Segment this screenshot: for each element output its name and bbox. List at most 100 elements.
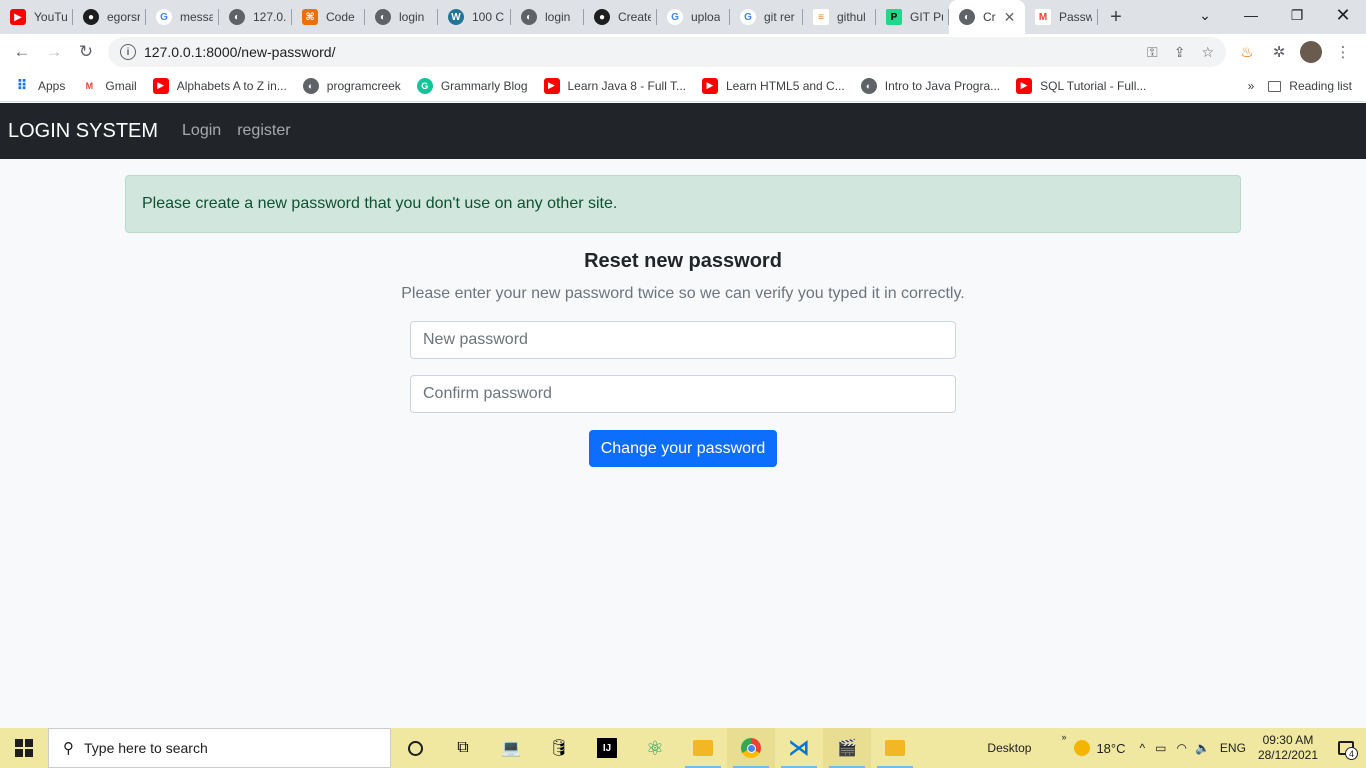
- tab-search-icon[interactable]: ⌄: [1182, 0, 1228, 30]
- browser-tab[interactable]: Guploa: [657, 0, 730, 34]
- browser-tab[interactable]: M Passw: [1025, 0, 1098, 34]
- menu-kebab-icon[interactable]: ⋮: [1328, 37, 1358, 67]
- new-tab-button[interactable]: +: [1098, 0, 1134, 34]
- close-window-button[interactable]: ✕: [1320, 0, 1366, 30]
- browser-tab[interactable]: Ggit rer: [730, 0, 803, 34]
- google-icon: G: [667, 9, 683, 25]
- clock[interactable]: 09:30 AM 28/12/2021: [1258, 733, 1318, 763]
- site-navbar: LOGIN SYSTEM Login register: [0, 103, 1366, 159]
- clapper-app-icon[interactable]: 🎬: [823, 728, 871, 768]
- bookmark-star-icon[interactable]: ☆: [1201, 44, 1214, 61]
- reload-icon[interactable]: ↻: [70, 36, 102, 68]
- wifi-icon[interactable]: ◠: [1176, 741, 1186, 755]
- site-info-icon[interactable]: i: [120, 44, 136, 60]
- google-icon: G: [156, 9, 172, 25]
- bookmark-item[interactable]: ▶ SQL Tutorial - Full...: [1016, 77, 1146, 94]
- bookmark-item[interactable]: G Grammarly Blog: [416, 77, 528, 94]
- bookmark-item[interactable]: ▶ Learn Java 8 - Full T...: [543, 77, 687, 94]
- stackoverflow-icon: ≡: [813, 9, 829, 25]
- weather-sun-icon[interactable]: [1074, 740, 1091, 756]
- task-view-icon[interactable]: ⧉: [439, 728, 487, 768]
- browser-tab[interactable]: ● egorsr: [73, 0, 146, 34]
- tab-title: uploa: [691, 10, 721, 24]
- volume-icon[interactable]: 🔈: [1195, 741, 1210, 755]
- browser-tab[interactable]: W 100 C: [438, 0, 511, 34]
- more-bookmarks-icon[interactable]: »: [1248, 79, 1255, 93]
- browser-tab[interactable]: ◐ 127.0.: [219, 0, 292, 34]
- browser-tab[interactable]: P GIT Pu: [876, 0, 949, 34]
- folder-cloud-icon[interactable]: [871, 728, 919, 768]
- reading-list-button[interactable]: Reading list: [1268, 79, 1352, 93]
- globe-icon: ◐: [860, 77, 877, 94]
- browser-tab[interactable]: ⌘ Code: [292, 0, 365, 34]
- share-icon[interactable]: ⇪: [1174, 44, 1186, 61]
- windows-start-icon[interactable]: [0, 728, 48, 768]
- browser-tab[interactable]: Gmessa: [146, 0, 219, 34]
- browser-tab[interactable]: ▶ YouTu: [0, 0, 73, 34]
- confirm-password-input[interactable]: [410, 375, 956, 413]
- desktop-expand-icon[interactable]: »: [1061, 732, 1066, 742]
- page-subtitle: Please enter your new password twice so …: [401, 285, 965, 302]
- browser-tab[interactable]: ◐ Cr ✕: [949, 0, 1025, 34]
- pycharm-icon: P: [886, 9, 902, 25]
- nav-register-link[interactable]: register: [237, 122, 290, 140]
- file-explorer-icon[interactable]: [679, 728, 727, 768]
- close-tab-icon[interactable]: ✕: [1004, 9, 1016, 26]
- minimize-button[interactable]: —: [1228, 0, 1274, 30]
- taskbar-search-box[interactable]: ⚲ Type here to search: [48, 728, 391, 768]
- brand-logo[interactable]: LOGIN SYSTEM: [8, 120, 158, 143]
- nav-login-link[interactable]: Login: [182, 122, 221, 140]
- key-icon[interactable]: ⚿: [1147, 44, 1158, 61]
- url-text: 127.0.0.1:8000/new-password/: [144, 44, 336, 60]
- forward-icon[interactable]: →: [38, 36, 70, 68]
- battery-icon[interactable]: ▭: [1155, 741, 1166, 755]
- back-icon[interactable]: ←: [6, 36, 38, 68]
- alert-text: Please create a new password that you do…: [142, 195, 618, 212]
- desktop-toolbar-label[interactable]: Desktop: [987, 741, 1031, 755]
- bookmark-item[interactable]: ▶ Alphabets A to Z in...: [152, 77, 287, 94]
- cortana-icon[interactable]: [391, 728, 439, 768]
- system-tray: Desktop » 18°C ^ ▭ ◠ 🔈 ENG 09:30 AM 28/1…: [987, 728, 1366, 768]
- bookmark-item[interactable]: M Gmail: [81, 77, 137, 94]
- youtube-icon: ▶: [543, 77, 560, 94]
- intellij-icon[interactable]: IJ: [583, 728, 631, 768]
- avatar[interactable]: [1296, 37, 1326, 67]
- globe-icon: ◐: [302, 77, 319, 94]
- tab-strip: ▶ YouTu ● egorsr Gmessa ◐ 127.0. ⌘ Code ◐ login W 10…: [0, 0, 1366, 34]
- windows-taskbar: ⚲ Type here to search ⧉ 💻 🛢 IJ ⚛ ⋊ 🎬 Des…: [0, 728, 1366, 768]
- atom-icon[interactable]: ⚛: [631, 728, 679, 768]
- bookmark-label: Alphabets A to Z in...: [176, 78, 287, 93]
- address-bar[interactable]: i 127.0.0.1:8000/new-password/ ⚿ ⇪ ☆: [108, 37, 1226, 67]
- laptop-app-icon[interactable]: 💻: [487, 728, 535, 768]
- extension-fire-icon[interactable]: ♨: [1232, 37, 1262, 67]
- globe-icon: ◐: [959, 9, 975, 25]
- bookmark-label: Intro to Java Progra...: [884, 78, 1001, 93]
- chrome-icon[interactable]: [727, 728, 775, 768]
- browser-tab[interactable]: ≡ githul: [803, 0, 876, 34]
- language-indicator[interactable]: ENG: [1220, 741, 1246, 755]
- new-password-input[interactable]: [410, 321, 956, 359]
- bookmark-item[interactable]: ▶ Learn HTML5 and C...: [702, 77, 845, 94]
- bookmark-label: Learn Java 8 - Full T...: [567, 78, 687, 93]
- extensions-puzzle-icon[interactable]: ✲: [1264, 37, 1294, 67]
- browser-tab[interactable]: ● Create: [584, 0, 657, 34]
- bookmark-item[interactable]: ◐ programcreek: [302, 77, 401, 94]
- github-icon: ●: [83, 9, 99, 25]
- vscode-icon[interactable]: ⋊: [775, 728, 823, 768]
- browser-tab[interactable]: ◐ login: [511, 0, 584, 34]
- globe-icon: ◐: [375, 9, 391, 25]
- change-password-button[interactable]: Change your password: [589, 430, 777, 467]
- gmail-icon: M: [81, 77, 98, 94]
- restore-button[interactable]: ❐: [1274, 0, 1320, 30]
- bookmark-item[interactable]: ◐ Intro to Java Progra...: [860, 77, 1001, 94]
- tab-title: YouTu: [34, 10, 67, 24]
- clock-time: 09:30 AM: [1262, 733, 1314, 747]
- weather-temperature[interactable]: 18°C: [1096, 741, 1125, 756]
- database-app-icon[interactable]: 🛢: [535, 728, 583, 768]
- globe-icon: ◐: [229, 9, 245, 25]
- tray-overflow-icon[interactable]: ^: [1140, 741, 1146, 755]
- info-alert: Please create a new password that you do…: [125, 175, 1241, 233]
- browser-tab[interactable]: ◐ login: [365, 0, 438, 34]
- notification-center-icon[interactable]: 4: [1326, 741, 1366, 760]
- bookmark-item[interactable]: ⠿ Apps: [14, 77, 65, 94]
